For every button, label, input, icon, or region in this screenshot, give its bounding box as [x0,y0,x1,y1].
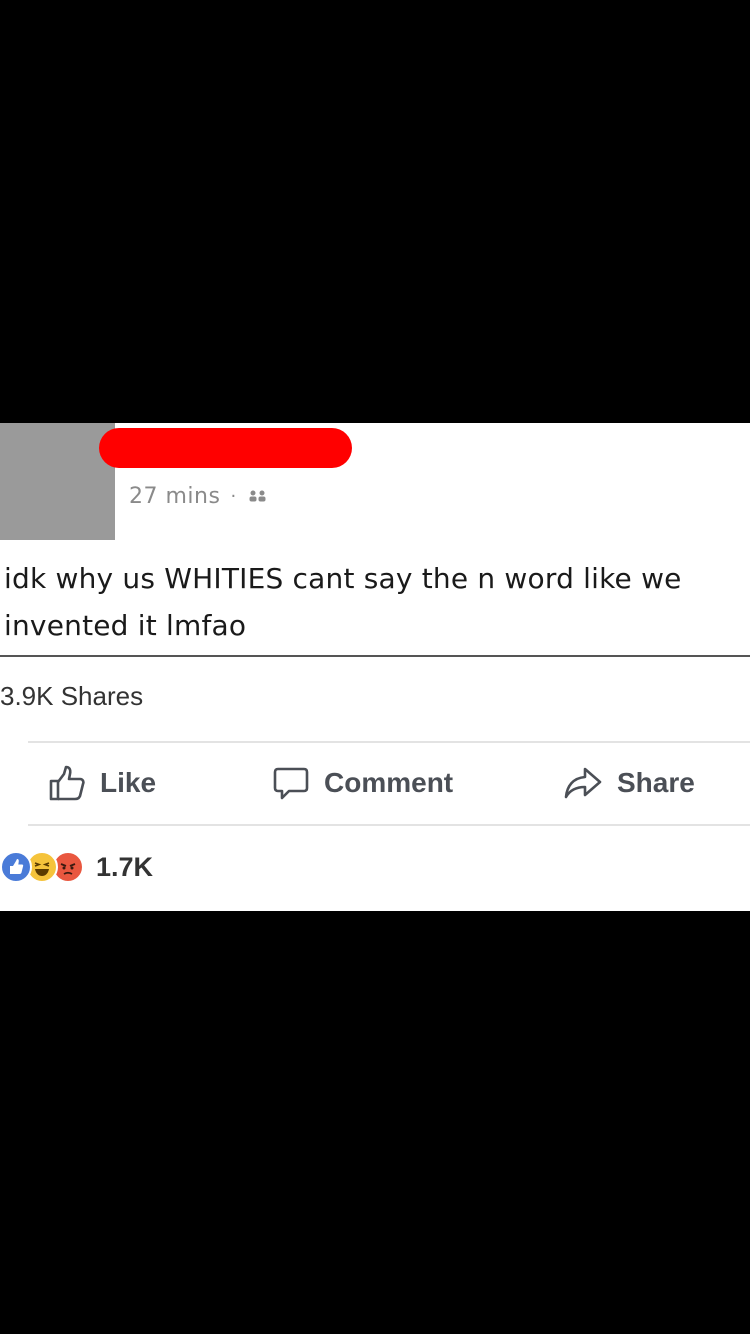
post-text-line: idk why us WHITIES cant say the n word l… [4,562,682,595]
thumbs-up-icon [49,765,85,801]
share-arrow-icon [564,767,602,799]
share-label: Share [617,767,695,798]
like-label: Like [100,767,157,798]
avatar-placeholder[interactable] [0,423,115,540]
post-text: idk why us WHITIES cant say the n word l… [4,555,750,649]
comment-label: Comment [324,767,454,798]
like-reaction-icon [0,851,32,883]
screenshot-frame: 27 mins · idk why us WHITIES cant say th… [0,0,750,1334]
meta-separator: · [230,485,237,507]
share-button[interactable]: Share [563,763,695,803]
friends-icon[interactable] [247,489,269,503]
reaction-count: 1.7K [96,851,154,882]
post-card: 27 mins · idk why us WHITIES cant say th… [0,423,750,911]
post-text-line: invented it lmfao [4,609,247,642]
action-bar: Like Comment Share [0,743,750,825]
like-button[interactable]: Like [48,763,156,803]
shares-count[interactable]: 3.9K Shares [0,681,143,712]
name-redaction-bar [99,428,352,468]
comment-icon [273,767,309,800]
comment-button[interactable]: Comment [272,763,453,803]
reactions-summary[interactable]: 1.7K [0,847,153,887]
post-meta: 27 mins · [129,479,269,513]
post-timestamp[interactable]: 27 mins [129,484,220,509]
divider [0,655,750,657]
divider [28,824,750,826]
